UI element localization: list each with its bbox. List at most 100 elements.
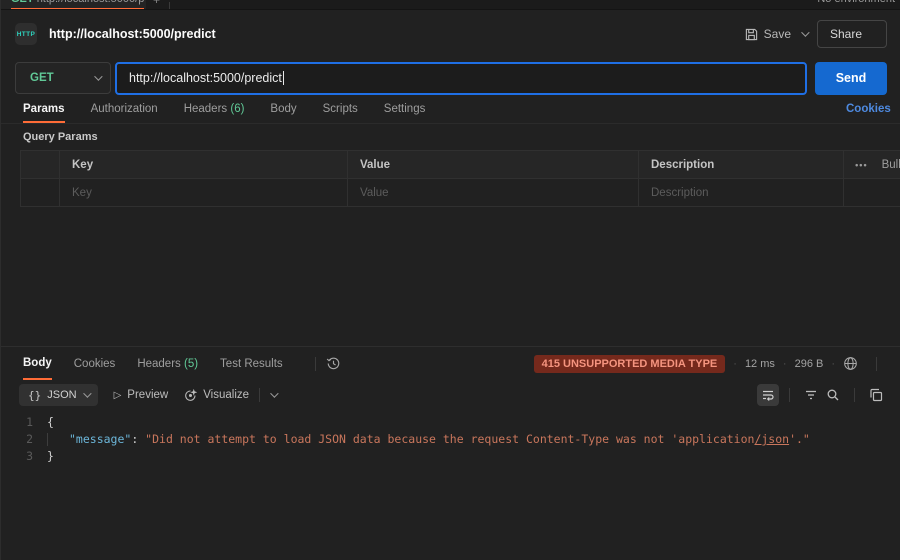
response-headers-count-badge: (5)	[184, 358, 198, 370]
url-input-value: http://localhost:5000/predict	[129, 71, 282, 85]
code-line: 1 {	[1, 414, 900, 431]
code-text: "message": "Did not attempt to load JSON…	[47, 431, 810, 448]
tab-url-label: http://localhost:5000/p	[37, 0, 145, 5]
preview-icon: ▷	[114, 390, 122, 401]
http-method-icon: HTTP	[15, 23, 37, 45]
line-number: 1	[1, 414, 47, 431]
globe-icon[interactable]	[843, 356, 858, 371]
cookies-link[interactable]: Cookies	[846, 103, 891, 115]
response-body-editor[interactable]: 1 { 2 "message": "Did not attempt to loa…	[1, 410, 900, 560]
tab-scripts[interactable]: Scripts	[323, 98, 358, 123]
tab-authorization[interactable]: Authorization	[91, 98, 158, 123]
method-select-value: GET	[30, 72, 54, 84]
response-tab-headers[interactable]: Headers (5)	[137, 348, 198, 380]
key-column-header: Key	[59, 151, 347, 178]
share-button[interactable]: Share	[817, 20, 887, 48]
line-number: 2	[1, 431, 47, 448]
open-request-tab-label: GET http://localhost:5000/p	[11, 0, 144, 5]
content-type-link: /json	[754, 432, 789, 446]
checkbox-column-header	[21, 151, 59, 178]
status-badge: 415 UNSUPPORTED MEDIA TYPE	[534, 355, 726, 373]
url-input[interactable]: http://localhost:5000/predict	[115, 62, 807, 95]
line-number: 3	[1, 448, 47, 465]
code-line: 3 }	[1, 448, 900, 465]
preview-button[interactable]: ▷ Preview	[114, 389, 169, 401]
postman-window: GET http://localhost:5000/p + No environ…	[1, 0, 900, 560]
save-label: Save	[764, 27, 791, 41]
more-actions-icon[interactable]: •••	[855, 160, 867, 170]
request-body-empty-area	[1, 207, 900, 346]
response-time: 12 ms	[745, 358, 775, 370]
divider	[789, 388, 790, 402]
request-tabs: Params Authorization Headers (6) Body Sc…	[1, 98, 900, 124]
view-options-chevron-icon[interactable]	[270, 389, 278, 397]
save-icon	[745, 28, 758, 41]
wrap-text-button[interactable]	[757, 384, 779, 406]
dot-separator: ·	[733, 358, 737, 370]
bulk-edit-link[interactable]: Bulk Edit	[882, 159, 900, 171]
save-button[interactable]: Save	[745, 27, 791, 41]
visualize-label: Visualize	[203, 389, 249, 401]
request-title: http://localhost:5000/predict	[49, 27, 216, 41]
query-params-heading: Query Params	[1, 124, 900, 150]
response-tabs: Body Cookies Headers (5) Test Results 41…	[1, 347, 900, 380]
row-select-cell[interactable]	[21, 179, 59, 206]
description-input[interactable]: Description	[638, 179, 843, 206]
divider	[854, 388, 855, 402]
tab-method-label: GET	[11, 0, 34, 5]
tab-headers[interactable]: Headers (6)	[184, 98, 245, 123]
response-tab-cookies[interactable]: Cookies	[74, 348, 116, 380]
response-tab-test-results[interactable]: Test Results	[220, 348, 283, 380]
filter-icon[interactable]	[800, 384, 822, 406]
query-params-table: Key Value Description ••• Bulk Edit Key …	[20, 150, 900, 207]
format-select[interactable]: {} JSON	[19, 384, 98, 406]
key-input[interactable]: Key	[59, 179, 347, 206]
request-tab-strip: GET http://localhost:5000/p + No environ…	[1, 0, 900, 10]
response-toolbar: {} JSON ▷ Preview Visualize	[1, 380, 900, 410]
value-input[interactable]: Value	[347, 179, 638, 206]
response-panel: Body Cookies Headers (5) Test Results 41…	[1, 346, 900, 560]
indent-guide	[47, 433, 48, 446]
search-icon[interactable]	[822, 384, 844, 406]
code-text: }	[47, 448, 54, 465]
method-chevron-icon	[94, 72, 102, 80]
new-tab-button[interactable]: +	[153, 0, 160, 7]
divider	[169, 2, 170, 10]
environment-selector[interactable]: No environment	[817, 0, 895, 5]
active-tab-underline	[11, 8, 144, 10]
table-header-actions: ••• Bulk Edit	[843, 151, 900, 178]
history-icon[interactable]	[326, 356, 341, 371]
preview-label: Preview	[127, 389, 168, 401]
divider	[315, 357, 316, 371]
row-actions-cell	[843, 179, 900, 206]
divider	[876, 357, 877, 371]
format-select-value: JSON	[47, 389, 76, 401]
response-meta: 415 UNSUPPORTED MEDIA TYPE · 12 ms · 296…	[534, 355, 887, 373]
save-dropdown-chevron-icon[interactable]	[801, 28, 809, 36]
divider	[259, 388, 260, 402]
visualize-button[interactable]: Visualize	[184, 389, 249, 402]
dot-separator: ·	[783, 358, 787, 370]
tab-body[interactable]: Body	[270, 98, 296, 123]
copy-icon[interactable]	[865, 384, 887, 406]
description-column-header: Description	[638, 151, 843, 178]
url-builder: GET http://localhost:5000/predict Send	[1, 58, 900, 98]
method-select[interactable]: GET	[15, 62, 111, 94]
tab-settings[interactable]: Settings	[384, 98, 426, 123]
response-tab-body[interactable]: Body	[23, 348, 52, 380]
code-text: {	[47, 414, 54, 431]
braces-icon: {}	[28, 389, 41, 402]
value-column-header: Value	[347, 151, 638, 178]
send-button[interactable]: Send	[815, 62, 887, 95]
code-line: 2 "message": "Did not attempt to load JS…	[1, 431, 900, 448]
text-caret	[283, 71, 284, 85]
table-header-row: Key Value Description ••• Bulk Edit	[21, 151, 900, 179]
headers-count-badge: (6)	[230, 103, 244, 115]
response-size: 296 B	[795, 358, 824, 370]
request-header: HTTP http://localhost:5000/predict Save …	[1, 10, 900, 58]
visualize-sparkle-icon	[184, 389, 197, 402]
open-request-tab[interactable]: GET http://localhost:5000/p	[1, 0, 146, 10]
dot-separator: ·	[831, 358, 835, 370]
table-row: Key Value Description	[21, 179, 900, 207]
tab-params[interactable]: Params	[23, 98, 65, 123]
